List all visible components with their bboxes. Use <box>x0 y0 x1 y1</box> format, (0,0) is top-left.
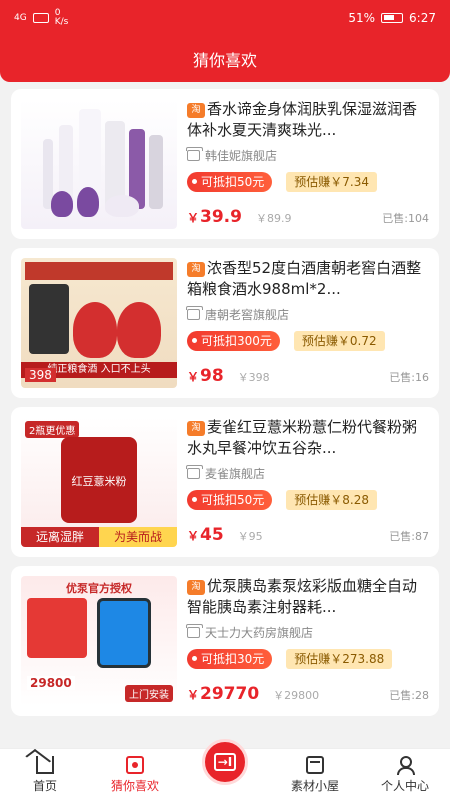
original-price: ￥29800 <box>273 689 320 702</box>
shop-icon <box>186 465 203 479</box>
product-name[interactable]: 淘麦雀红豆薏米粉薏仁粉代餐粉粥水丸早餐冲饮五谷杂... <box>187 417 429 459</box>
battery-percent: 51% <box>348 11 376 25</box>
price: ￥98 <box>187 366 224 386</box>
shop-icon <box>186 624 203 638</box>
clock: 6:27 <box>409 11 436 25</box>
shop-name: 唐朝老窖旗舰店 <box>205 308 290 322</box>
product-image[interactable]: 纯正粮食酒 入口不上头 398 <box>21 258 177 388</box>
nav-material[interactable]: 素材小屋 <box>270 749 360 800</box>
shop-icon <box>186 147 203 161</box>
shop-row: 韩佳妮旗舰店 <box>186 147 429 164</box>
product-card[interactable]: 纯正粮食酒 入口不上头 398 淘浓香型52度白酒唐朝老窖白酒整箱粮食酒水988… <box>11 248 439 398</box>
thumb-slogan-right: 为美而战 <box>99 527 177 547</box>
product-name[interactable]: 淘浓香型52度白酒唐朝老窖白酒整箱粮食酒水988ml*2... <box>187 258 429 300</box>
product-name[interactable]: 淘香水谛金身体润肤乳保湿滋润香体补水夏天清爽珠光... <box>187 99 429 141</box>
earn-badge: 预估赚￥0.72 <box>293 331 385 351</box>
sold-count: 已售:28 <box>389 689 429 702</box>
earn-badge: 预估赚￥273.88 <box>286 649 393 669</box>
nav-center-button[interactable]: →I <box>180 739 270 800</box>
product-card[interactable]: 优泵官方授权 29800 上门安装 淘优泵胰岛素泵炫彩版血糖全自动智能胰岛素注射… <box>11 566 439 716</box>
taobao-tag: 淘 <box>187 103 205 118</box>
battery-icon <box>381 13 404 23</box>
product-card[interactable]: 2瓶更优惠 红豆薏米粉 远离湿胖 为美而战 淘麦雀红豆薏米粉薏仁粉代餐粉粥水丸早… <box>11 407 439 557</box>
nav-profile[interactable]: 个人中心 <box>360 749 450 800</box>
original-price: ￥95 <box>237 530 263 543</box>
shop-name: 麦雀旗舰店 <box>205 467 266 481</box>
coupon-badge[interactable]: 可抵扣50元 <box>187 172 273 192</box>
nav-profile-label: 个人中心 <box>380 779 429 793</box>
status-bar: 4G 0 K/s 51% 6:27 <box>0 0 450 36</box>
taobao-tag: 淘 <box>187 421 205 436</box>
thumb-price: 29800 <box>27 676 75 690</box>
original-price: ￥89.9 <box>255 212 292 225</box>
price: ￥39.9 <box>187 207 242 227</box>
nav-home[interactable]: 首页 <box>0 749 90 800</box>
title-bar: 猜你喜欢 <box>0 36 450 82</box>
taobao-tag: 淘 <box>187 262 205 277</box>
thumb-price: 398 <box>25 368 56 382</box>
shop-row: 唐朝老窖旗舰店 <box>186 306 429 323</box>
product-image[interactable]: 2瓶更优惠 红豆薏米粉 远离湿胖 为美而战 <box>21 417 177 547</box>
shop-row: 天士力大药房旗舰店 <box>186 624 429 641</box>
shop-name: 天士力大药房旗舰店 <box>205 626 314 640</box>
sold-count: 已售:104 <box>382 212 429 225</box>
product-name[interactable]: 淘优泵胰岛素泵炫彩版血糖全自动智能胰岛素注射器耗... <box>187 576 429 618</box>
home-icon <box>36 756 54 774</box>
shop-name: 韩佳妮旗舰店 <box>205 149 278 163</box>
price: ￥29770 <box>187 684 260 704</box>
nav-material-label: 素材小屋 <box>290 779 339 793</box>
coupon-badge[interactable]: 可抵扣50元 <box>187 490 273 510</box>
user-icon <box>396 756 415 775</box>
product-card[interactable]: 淘香水谛金身体润肤乳保湿滋润香体补水夏天清爽珠光... 韩佳妮旗舰店 可抵扣50… <box>11 89 439 239</box>
nav-guess-you-like[interactable]: 猜你喜欢 <box>90 749 180 800</box>
signal-icon <box>32 13 49 23</box>
recommend-icon <box>126 756 144 774</box>
nav-guess-label: 猜你喜欢 <box>110 779 159 793</box>
center-circle[interactable]: →I <box>202 739 248 785</box>
product-list[interactable]: 淘香水谛金身体润肤乳保湿滋润香体补水夏天清爽珠光... 韩佳妮旗舰店 可抵扣50… <box>0 82 450 748</box>
coupon-badge[interactable]: 可抵扣30元 <box>187 649 273 669</box>
shop-row: 麦雀旗舰店 <box>186 465 429 482</box>
thumb-slogan-left: 远离湿胖 <box>21 527 99 547</box>
enter-icon: →I <box>214 753 236 771</box>
sold-count: 已售:16 <box>389 371 429 384</box>
taobao-tag: 淘 <box>187 580 205 595</box>
product-image[interactable]: 优泵官方授权 29800 上门安装 <box>21 576 177 706</box>
network-speed: 0 K/s <box>54 8 69 27</box>
earn-badge: 预估赚￥8.28 <box>286 490 378 510</box>
store-icon <box>306 756 324 774</box>
signal-label: 4G <box>14 13 27 23</box>
price: ￥45 <box>187 525 224 545</box>
sold-count: 已售:87 <box>389 530 429 543</box>
thumb-product-name: 红豆薏米粉 <box>71 475 127 488</box>
product-image[interactable] <box>21 99 177 229</box>
thumb-banner: 优泵官方授权 <box>66 582 132 595</box>
nav-home-label: 首页 <box>32 779 57 793</box>
page-title: 猜你喜欢 <box>192 51 257 70</box>
coupon-badge[interactable]: 可抵扣300元 <box>187 331 280 351</box>
shop-icon <box>186 306 203 320</box>
thumb-promo: 2瓶更优惠 <box>25 421 80 438</box>
thumb-install: 上门安装 <box>125 685 173 702</box>
bottom-nav: 首页 猜你喜欢 →I 素材小屋 个人中心 <box>0 739 450 800</box>
earn-badge: 预估赚￥7.34 <box>286 172 378 192</box>
original-price: ￥398 <box>237 371 270 384</box>
